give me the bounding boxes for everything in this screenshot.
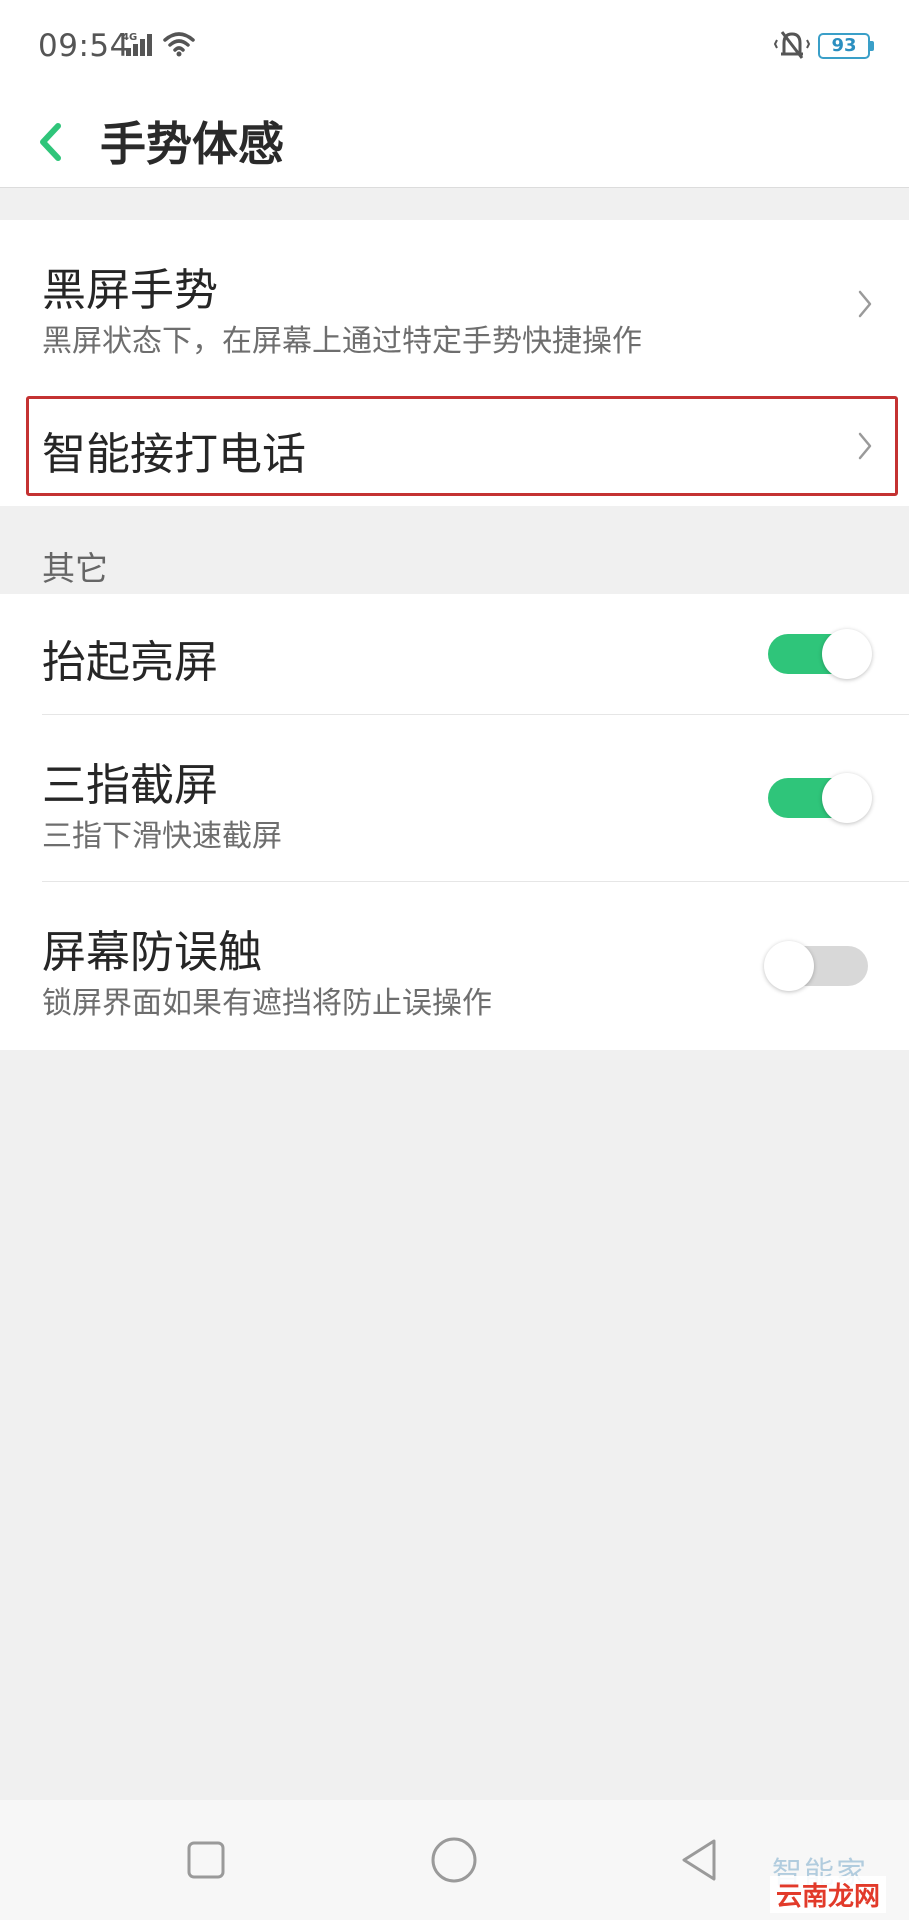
item-subtitle: 三指下滑快速截屏 bbox=[42, 819, 282, 854]
status-time: 09:54 bbox=[38, 28, 130, 64]
page-title: 手势体感 bbox=[100, 117, 284, 171]
item-subtitle: 锁屏界面如果有遮挡将防止误操作 bbox=[42, 986, 492, 1021]
signal-icon: 4G bbox=[122, 30, 158, 64]
battery-icon: 93 bbox=[818, 33, 870, 59]
toggle-raise-to-wake[interactable] bbox=[768, 629, 872, 679]
item-title: 抬起亮屏 bbox=[42, 637, 218, 688]
item-title: 黑屏手势 bbox=[42, 265, 218, 316]
bell-mute-icon bbox=[772, 28, 812, 66]
app-header: 手势体感 bbox=[0, 96, 909, 188]
watermark-brand: 云南龙网 bbox=[770, 1876, 887, 1913]
item-title: 三指截屏 bbox=[42, 760, 218, 811]
triangle-back-icon[interactable] bbox=[676, 1836, 724, 1888]
chevron-right-icon bbox=[858, 290, 872, 318]
signal-label: 4G bbox=[122, 32, 137, 43]
toggle-three-finger-screenshot[interactable] bbox=[768, 773, 872, 823]
chevron-left-icon bbox=[40, 123, 61, 161]
toggle-knob bbox=[764, 941, 814, 991]
item-title: 屏幕防误触 bbox=[42, 927, 262, 978]
list-item-raise-to-wake[interactable]: 抬起亮屏 bbox=[0, 594, 909, 714]
battery-level: 93 bbox=[831, 35, 857, 56]
back-button[interactable] bbox=[26, 106, 86, 176]
battery-tip bbox=[870, 41, 874, 51]
toggle-knob bbox=[822, 773, 872, 823]
wifi-icon bbox=[162, 30, 196, 62]
toggle-anti-mistouch[interactable] bbox=[764, 941, 868, 991]
list-item-black-screen-gesture[interactable]: 黑屏手势 黑屏状态下，在屏幕上通过特定手势快捷操作 bbox=[0, 220, 909, 388]
status-bar: 09:54 4G 93 bbox=[0, 0, 909, 96]
item-subtitle: 黑屏状态下，在屏幕上通过特定手势快捷操作 bbox=[42, 324, 642, 359]
toggle-knob bbox=[822, 629, 872, 679]
list-item-three-finger-screenshot[interactable]: 三指截屏 三指下滑快速截屏 bbox=[0, 715, 909, 881]
circle-home-icon[interactable] bbox=[428, 1834, 480, 1890]
highlight-box bbox=[26, 396, 898, 496]
section-label-other: 其它 bbox=[42, 549, 108, 588]
list-item-anti-mistouch[interactable]: 屏幕防误触 锁屏界面如果有遮挡将防止误操作 bbox=[0, 882, 909, 1050]
square-recents-icon[interactable] bbox=[182, 1836, 230, 1888]
